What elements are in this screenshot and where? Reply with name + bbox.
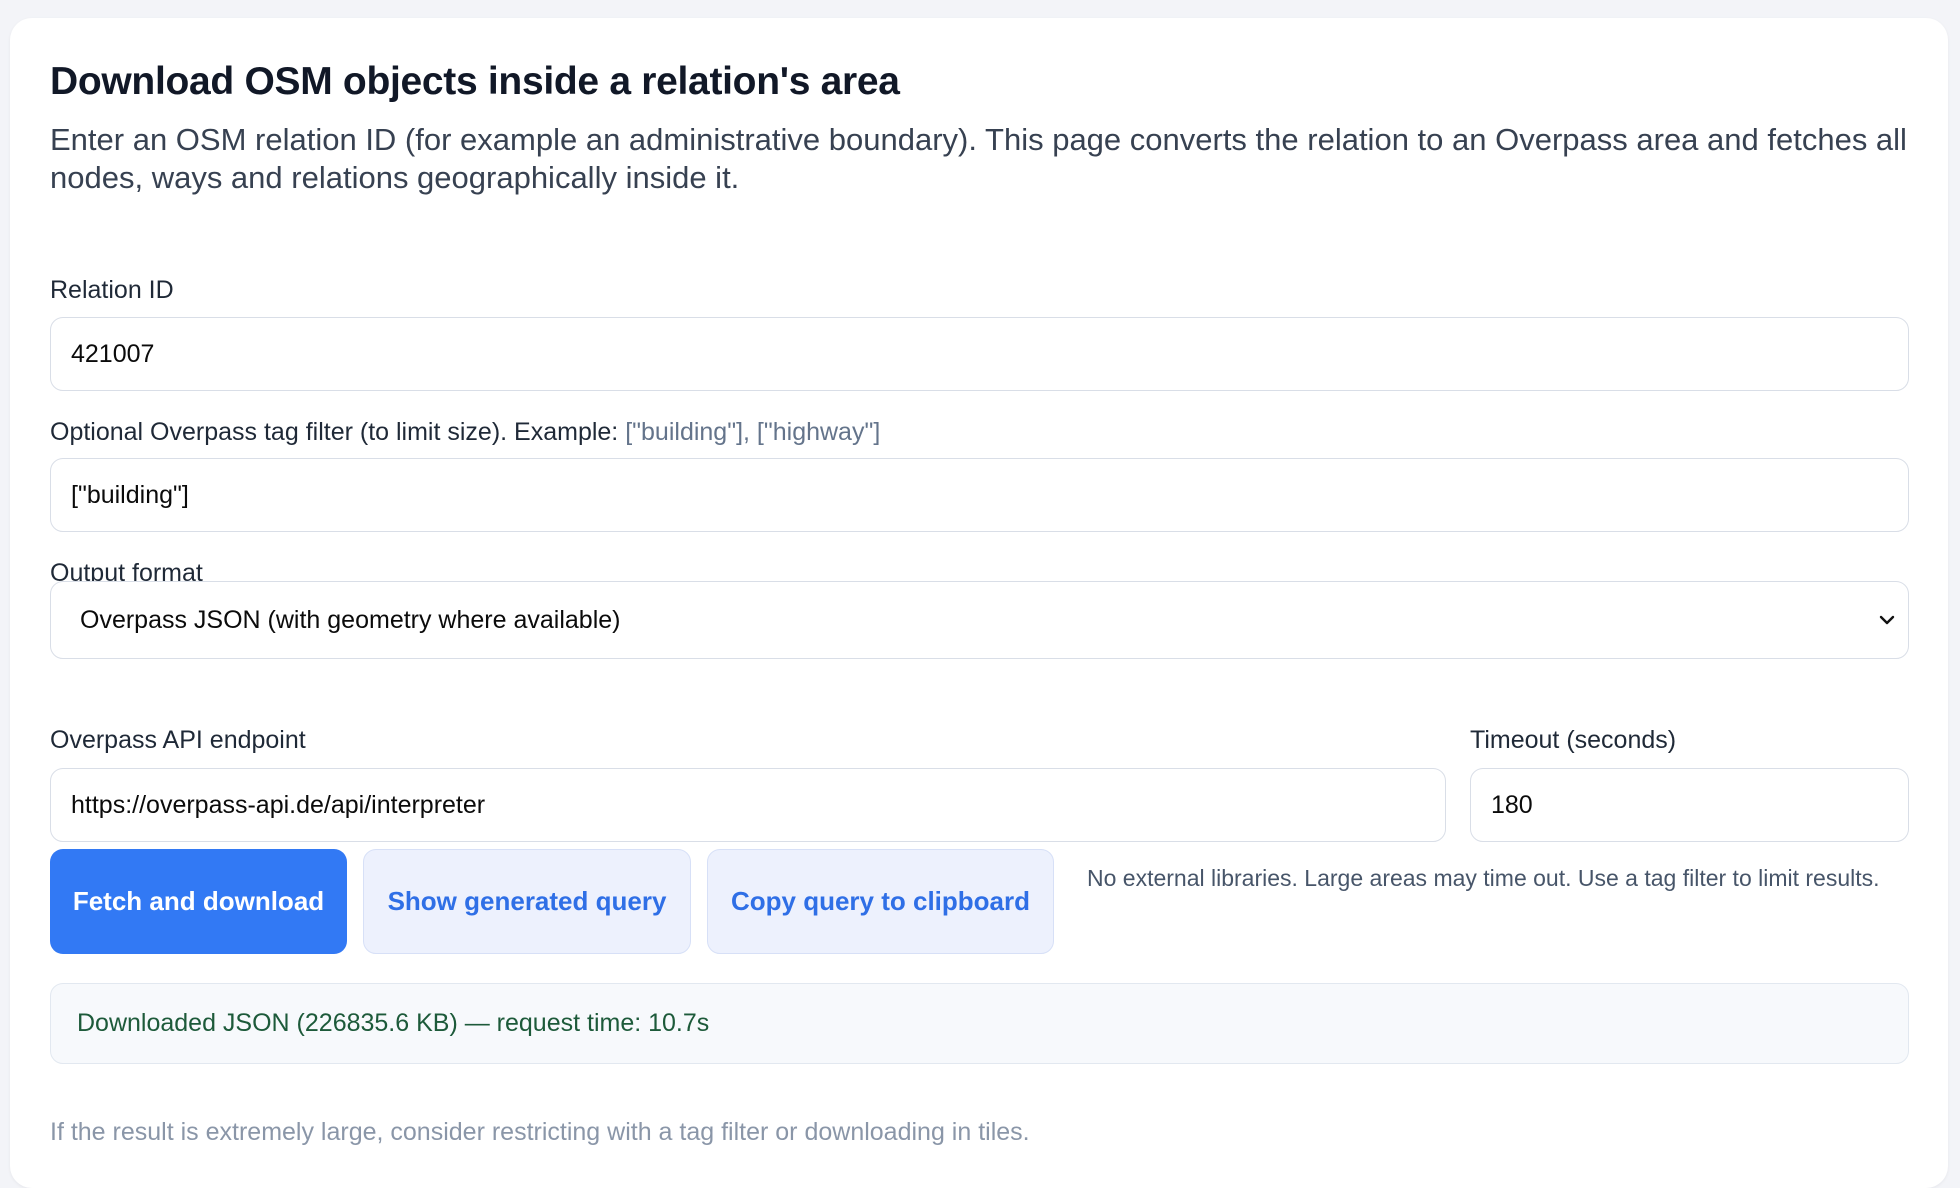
copy-query-button[interactable]: Copy query to clipboard [707, 849, 1054, 954]
relation-id-input[interactable] [50, 317, 1909, 391]
page-title: Download OSM objects inside a relation's… [50, 60, 900, 103]
tag-filter-input[interactable] [50, 458, 1909, 532]
actions-note: No external libraries. Large areas may t… [1087, 865, 1880, 891]
relation-id-label: Relation ID [50, 276, 174, 304]
show-query-label: Show generated query [387, 886, 667, 916]
footnote: If the result is extremely large, consid… [50, 1118, 1030, 1146]
tag-filter-label: Optional Overpass tag filter (to limit s… [50, 418, 880, 447]
fetch-download-button[interactable]: Fetch and download [50, 849, 347, 954]
copy-query-label: Copy query to clipboard [730, 886, 1031, 916]
output-format-selected: Overpass JSON (with geometry where avail… [80, 606, 621, 634]
main-card: Download OSM objects inside a relation's… [10, 18, 1948, 1188]
chevron-down-icon [1879, 615, 1895, 625]
timeout-input[interactable] [1470, 768, 1909, 842]
fetch-download-label: Fetch and download [72, 886, 325, 916]
tag-filter-label-text: Optional Overpass tag filter (to limit s… [50, 418, 619, 446]
endpoint-label: Overpass API endpoint [50, 726, 306, 754]
page-intro: Enter an OSM relation ID (for example an… [50, 122, 1907, 195]
status-message: Downloaded JSON (226835.6 KB) — request … [50, 983, 1909, 1064]
tag-filter-example: ["building"], ["highway"] [625, 418, 881, 446]
endpoint-input[interactable] [50, 768, 1446, 842]
output-format-select[interactable]: Overpass JSON (with geometry where avail… [50, 581, 1909, 659]
show-query-button[interactable]: Show generated query [363, 849, 691, 954]
timeout-label: Timeout (seconds) [1470, 726, 1677, 754]
